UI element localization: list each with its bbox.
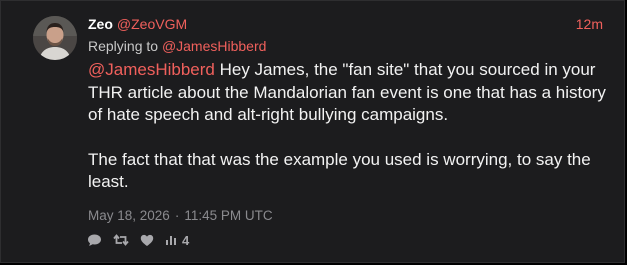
tweet-timestamp[interactable]: May 18, 2026 · 11:45 PM UTC	[88, 207, 273, 225]
tweet-body: @JamesHibberd Hey James, the "fan site" …	[88, 59, 613, 194]
reply-button[interactable]	[87, 233, 102, 247]
like-button[interactable]	[140, 234, 154, 247]
avatar-image	[33, 16, 77, 60]
heart-icon	[140, 234, 154, 246]
replying-to-line: Replying to @JamesHibberd	[88, 36, 266, 56]
tweet-time-ago[interactable]: 12m	[576, 14, 603, 34]
tweet-header: Zeo @ZeoVGM 12m	[88, 14, 603, 34]
meta-separator: ·	[174, 208, 180, 223]
tweet-paragraph: The fact that that was the example you u…	[88, 149, 591, 192]
tweet-actions: 4	[87, 232, 200, 248]
retweet-button[interactable]	[113, 233, 129, 247]
tweet-time: 11:45 PM UTC	[184, 208, 273, 223]
replying-to-label: Replying to	[88, 38, 159, 54]
replying-to-mention[interactable]: @JamesHibberd	[162, 38, 266, 54]
tweet-card[interactable]: Zeo @ZeoVGM 12m Replying to @JamesHibberd…	[0, 0, 625, 263]
user-handle[interactable]: @ZeoVGM	[117, 16, 187, 32]
speech-bubble-icon	[88, 234, 101, 246]
tweet-paragraph: @JamesHibberd Hey James, the "fan site" …	[88, 59, 613, 127]
stats-button[interactable]: 4	[165, 233, 189, 248]
bar-chart-icon	[166, 236, 176, 245]
stats-count: 4	[182, 232, 190, 248]
tweet-date: May 18, 2026	[88, 208, 170, 223]
display-name[interactable]: Zeo	[88, 16, 113, 32]
retweet-icon	[113, 234, 129, 246]
body-mention[interactable]: @JamesHibberd	[88, 60, 215, 79]
avatar[interactable]	[33, 16, 77, 60]
